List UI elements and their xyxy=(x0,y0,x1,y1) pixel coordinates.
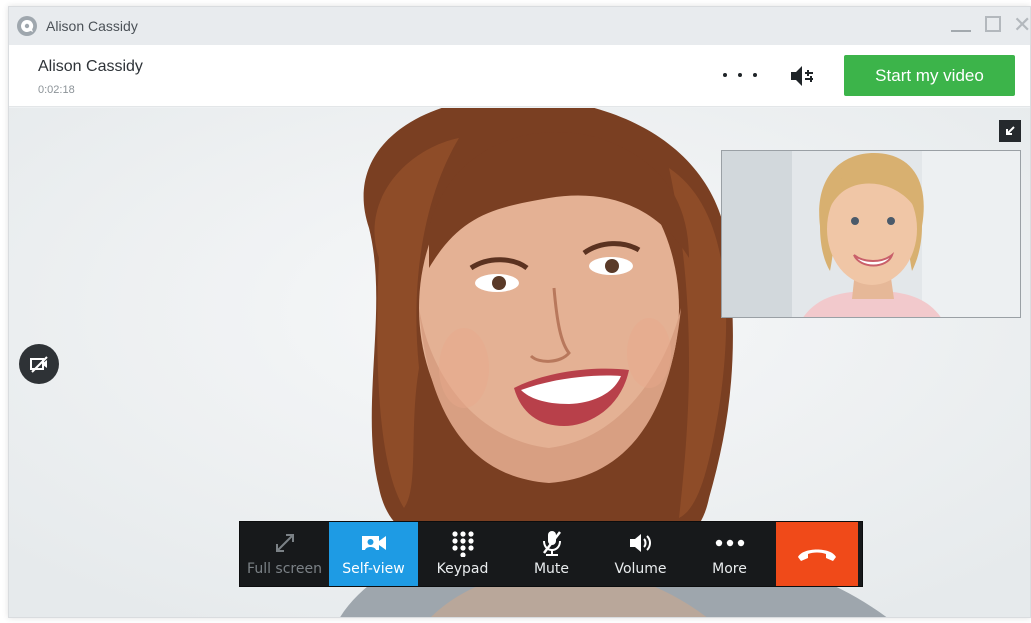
mute-button[interactable]: Mute xyxy=(507,522,596,586)
volume-icon xyxy=(628,529,654,557)
keypad-button[interactable]: Keypad xyxy=(418,522,507,586)
self-view-video xyxy=(722,151,1020,317)
title-bar: Alison Cassidy ✕ xyxy=(9,7,1030,45)
more-icon xyxy=(715,529,745,557)
end-call-button[interactable] xyxy=(776,522,858,586)
call-window: Alison Cassidy ✕ Alison Cassidy 0:02:18 … xyxy=(8,6,1031,618)
volume-button[interactable]: Volume xyxy=(596,522,685,586)
speaker-settings-icon xyxy=(791,66,813,86)
dot xyxy=(723,73,727,77)
dot xyxy=(753,73,757,77)
hide-video-button[interactable] xyxy=(19,344,59,384)
more-label: More xyxy=(712,561,747,577)
keypad-label: Keypad xyxy=(436,561,489,577)
self-view-window[interactable] xyxy=(721,150,1021,318)
collapse-self-view-button[interactable] xyxy=(999,120,1021,142)
more-options-button[interactable] xyxy=(723,65,757,85)
mute-label: Mute xyxy=(533,561,570,577)
self-view-button[interactable]: Self-view xyxy=(329,522,418,586)
mic-mute-icon xyxy=(541,529,563,557)
minimize-button[interactable] xyxy=(951,13,971,33)
call-timer: 0:02:18 xyxy=(38,84,75,96)
maximize-button[interactable] xyxy=(985,16,1001,32)
fullscreen-label: Full screen xyxy=(247,561,322,577)
start-my-video-button[interactable]: Start my video xyxy=(844,55,1015,96)
hide-video-icon xyxy=(30,356,48,373)
chat-bubble-icon xyxy=(17,16,37,36)
call-control-bar: Full screen Self-view Keypad Mute Volume… xyxy=(239,521,863,587)
keypad-icon xyxy=(449,529,477,557)
dot xyxy=(738,73,742,77)
volume-label: Volume xyxy=(614,561,667,577)
fullscreen-button[interactable]: Full screen xyxy=(240,522,329,586)
speaker-settings-button[interactable] xyxy=(789,63,817,89)
fullscreen-icon xyxy=(273,529,297,557)
collapse-arrow-icon xyxy=(1006,126,1015,135)
window-title: Alison Cassidy xyxy=(46,18,138,34)
video-area: Full screen Self-view Keypad Mute Volume… xyxy=(9,108,1030,617)
more-button[interactable]: More xyxy=(685,522,774,586)
end-call-icon xyxy=(798,549,836,561)
call-header: Alison Cassidy 0:02:18 Start my video xyxy=(9,45,1030,107)
camera-icon xyxy=(360,529,388,557)
contact-name: Alison Cassidy xyxy=(38,58,143,75)
close-button[interactable]: ✕ xyxy=(1013,12,1030,38)
self-view-label: Self-view xyxy=(342,561,405,577)
